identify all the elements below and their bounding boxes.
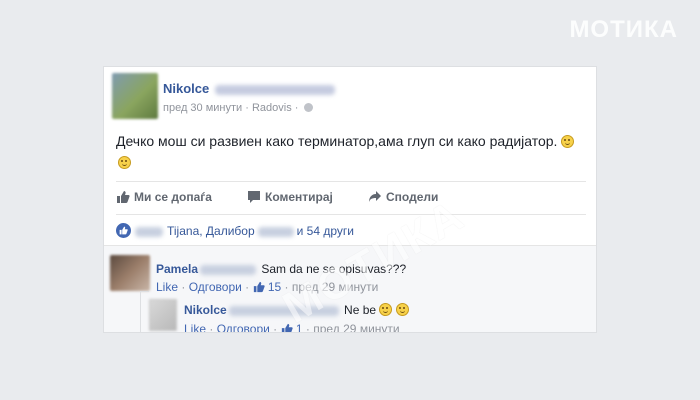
comment-text: Sam da ne se opisuvas??? xyxy=(261,262,407,276)
post-body: Дечко мош си развиен како терминатор,ама… xyxy=(116,133,558,149)
facebook-post-card: Nikolce пред 30 минути · Radovis · Дечко… xyxy=(103,66,597,333)
redacted-name xyxy=(257,226,294,237)
comment-like-link[interactable]: Like xyxy=(156,280,178,294)
comment-author[interactable]: Pamela xyxy=(156,262,198,276)
brand-watermark: МОТИКА xyxy=(569,16,678,43)
thumbs-up-icon xyxy=(253,281,265,293)
comment-reply-link[interactable]: Одговори xyxy=(217,322,270,332)
post-action-bar: Ми се допаѓа Коментирај Сподели xyxy=(116,181,586,215)
redacted-name xyxy=(135,226,163,237)
comment-like-count[interactable]: 15 xyxy=(268,280,281,294)
reply-comment: Nikolce Ne be xyxy=(184,303,409,317)
likes-summary[interactable]: Tijana, Далибор и 54 други xyxy=(116,223,354,238)
smile-emoji-icon xyxy=(118,156,131,169)
post-author-line: Nikolce xyxy=(163,81,336,96)
share-icon xyxy=(369,191,381,202)
liker-names[interactable]: Tijana, Далибор xyxy=(167,224,255,238)
like-label: Ми се допаѓа xyxy=(134,190,212,204)
share-button[interactable]: Сподели xyxy=(368,190,438,204)
comment-meta: Like · Одговори · 1 · пред 29 минути xyxy=(184,322,400,332)
comment-icon xyxy=(248,191,260,203)
comment-text: Ne be xyxy=(344,303,377,317)
like-reaction-icon xyxy=(116,223,131,238)
post-time[interactable]: пред 30 минути xyxy=(163,102,242,114)
smile-emoji-icon xyxy=(561,135,575,148)
author-avatar[interactable] xyxy=(112,73,158,119)
reply-indent-line xyxy=(140,291,149,332)
comment: Pamela Sam da ne se opisuvas??? xyxy=(156,262,406,276)
thumbs-up-icon xyxy=(281,323,293,332)
comment-button[interactable]: Коментирај xyxy=(247,190,333,204)
redacted-surname xyxy=(228,305,339,316)
reply-avatar[interactable] xyxy=(149,299,177,331)
redacted-surname xyxy=(215,84,336,95)
comment-reply-link[interactable]: Одговори xyxy=(189,280,242,294)
post-meta: пред 30 минути · Radovis · xyxy=(163,102,313,114)
like-button[interactable]: Ми се допаѓа xyxy=(116,190,212,204)
smile-emoji-icon xyxy=(395,303,409,316)
redacted-surname xyxy=(200,264,257,275)
comment-label: Коментирај xyxy=(265,190,333,204)
comment-like-link[interactable]: Like xyxy=(184,322,206,332)
smile-emoji-icon xyxy=(379,303,393,316)
comment-meta: Like · Одговори · 15 · пред 29 минути xyxy=(156,280,379,294)
thumbs-up-icon xyxy=(117,191,130,203)
globe-icon xyxy=(303,103,313,112)
post-author-name[interactable]: Nikolce xyxy=(163,81,209,96)
post-text: Дечко мош си развиен како терминатор,ама… xyxy=(116,131,586,173)
share-label: Сподели xyxy=(386,190,439,204)
meta-separator: · xyxy=(294,102,299,114)
comment-author[interactable]: Nikolce xyxy=(184,303,227,317)
meta-separator: · xyxy=(245,102,249,114)
post-location[interactable]: Radovis xyxy=(252,102,292,114)
comment-time[interactable]: пред 29 минути xyxy=(292,280,378,294)
likers-others[interactable]: и 54 други xyxy=(297,224,354,238)
commenter-avatar[interactable] xyxy=(110,255,150,291)
comment-like-count[interactable]: 1 xyxy=(296,322,303,332)
comment-time[interactable]: пред 29 минути xyxy=(313,322,399,332)
